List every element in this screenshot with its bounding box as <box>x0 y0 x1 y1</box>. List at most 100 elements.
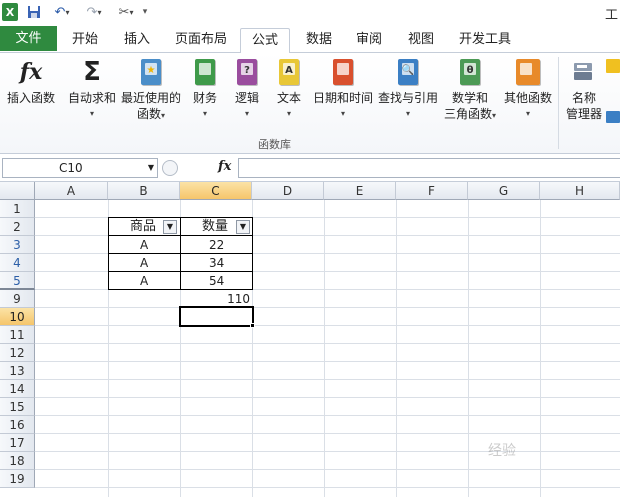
math-book-icon: θ <box>456 57 484 87</box>
table-cell-quantity[interactable]: 34 <box>209 254 224 272</box>
chevron-down-icon[interactable]: ▼ <box>148 163 154 172</box>
column-header-f[interactable]: F <box>396 182 468 200</box>
table-cell-product[interactable]: A <box>140 272 148 290</box>
lookup-reference-button[interactable]: 🔍 查找与引用 ▾ <box>376 57 440 122</box>
row-header-10[interactable]: 10 <box>0 308 35 326</box>
gridline <box>35 361 620 362</box>
tab-view[interactable]: 视图 <box>398 28 444 53</box>
book-icon <box>333 59 353 85</box>
lookup-reference-label: 查找与引用 <box>377 91 438 105</box>
define-name-icon[interactable] <box>606 59 620 73</box>
column-header-c[interactable]: C <box>180 182 252 200</box>
book-icon <box>516 59 540 85</box>
chevron-down-icon: ▾ <box>286 109 291 118</box>
row-header-18[interactable]: 18 <box>0 452 35 470</box>
customize-qat-icon[interactable]: ▾ <box>140 3 150 21</box>
function-library-group-label: 函数库 <box>258 138 291 151</box>
lookup-book-icon: 🔍 <box>394 57 422 87</box>
math-trig-label-2: 三角函数 <box>443 107 492 121</box>
column-header-e[interactable]: E <box>324 182 396 200</box>
row-header-13[interactable]: 13 <box>0 362 35 380</box>
filter-active-icon[interactable]: ▼ <box>163 220 177 234</box>
tab-data[interactable]: 数据 <box>296 28 342 53</box>
date-time-label: 日期和时间 <box>312 91 373 105</box>
worksheet-grid[interactable]: A B C D E F G H 1 2 3 4 5 9 10 11 12 13 … <box>0 182 620 497</box>
gridline <box>468 200 469 497</box>
row-header-4[interactable]: 4 <box>0 254 35 272</box>
name-box[interactable]: C10 ▼ <box>2 158 158 178</box>
save-icon[interactable] <box>26 3 42 21</box>
undo-icon[interactable]: ↶ ▾ <box>50 3 74 21</box>
tab-page-layout[interactable]: 页面布局 <box>168 28 234 53</box>
recent-functions-label-1: 最近使用的 <box>120 91 181 105</box>
financial-label: 财务 <box>192 91 217 105</box>
tab-insert[interactable]: 插入 <box>114 28 160 53</box>
datetime-book-icon <box>329 57 357 87</box>
recent-book-icon: ★ <box>137 57 165 87</box>
recent-functions-button[interactable]: ★ 最近使用的 函数▾ <box>120 57 182 124</box>
column-header-g[interactable]: G <box>468 182 540 200</box>
formula-input[interactable] <box>238 158 620 178</box>
create-from-selection-icon[interactable] <box>606 111 620 123</box>
tab-developer[interactable]: 开发工具 <box>452 28 518 53</box>
row-header-11[interactable]: 11 <box>0 326 35 344</box>
selected-cell-c10[interactable] <box>179 306 254 327</box>
table-cell-quantity[interactable]: 54 <box>209 272 224 290</box>
tab-formulas[interactable]: 公式 <box>240 28 290 54</box>
table-cell-product[interactable]: A <box>140 236 148 254</box>
row-header-16[interactable]: 16 <box>0 416 35 434</box>
math-trig-button[interactable]: θ 数学和 三角函数▾ <box>440 57 500 124</box>
row-header-2[interactable]: 2 <box>0 218 35 236</box>
tab-home[interactable]: 开始 <box>62 28 108 53</box>
row-header-5[interactable]: 5 <box>0 272 35 290</box>
column-header-a[interactable]: A <box>35 182 108 200</box>
row-header-12[interactable]: 12 <box>0 344 35 362</box>
filter-dropdown-icon[interactable]: ▼ <box>236 220 250 234</box>
row-header-9[interactable]: 9 <box>0 290 35 308</box>
row-header-19[interactable]: 19 <box>0 470 35 488</box>
chevron-down-icon: ▾ <box>161 111 166 120</box>
insert-function-button[interactable]: fx 插入函数 <box>4 57 58 106</box>
table-cell-product[interactable]: A <box>140 254 148 272</box>
gridline <box>35 487 620 488</box>
row-header-1[interactable]: 1 <box>0 200 35 218</box>
date-time-button[interactable]: 日期和时间 ▾ <box>311 57 375 122</box>
name-manager-button[interactable]: 名称 管理器 <box>562 57 606 122</box>
gridline <box>35 217 620 218</box>
row-header-17[interactable]: 17 <box>0 434 35 452</box>
more-functions-button[interactable]: 其他函数 ▾ <box>502 57 554 122</box>
row-header-14[interactable]: 14 <box>0 380 35 398</box>
name-manager-icon <box>570 57 598 87</box>
financial-button[interactable]: 财务 ▾ <box>188 57 222 122</box>
tools-icon[interactable]: ✂ ▾ <box>114 3 138 21</box>
ribbon-separator <box>558 57 559 149</box>
column-header-h[interactable]: H <box>540 182 620 200</box>
question-glyph: ? <box>244 65 250 76</box>
tab-review[interactable]: 审阅 <box>346 28 392 53</box>
column-header-d[interactable]: D <box>252 182 324 200</box>
name-manager-label-1: 名称 <box>571 91 596 105</box>
logical-button[interactable]: ? 逻辑 ▾ <box>230 57 264 122</box>
fill-handle[interactable] <box>250 323 255 328</box>
more-functions-books-icon <box>514 57 542 87</box>
autosum-button[interactable]: Σ 自动求和 ▾ <box>66 57 118 122</box>
book-icon: ★ <box>141 59 161 85</box>
tab-file[interactable]: 文件 <box>0 26 57 51</box>
column-header-b[interactable]: B <box>108 182 180 200</box>
name-box-value: C10 <box>59 161 83 175</box>
sigma-icon: Σ <box>83 57 101 87</box>
table-cell-quantity[interactable]: 22 <box>209 236 224 254</box>
text-button[interactable]: A 文本 ▾ <box>272 57 306 122</box>
expand-handle-icon[interactable] <box>162 160 178 176</box>
row-header-15[interactable]: 15 <box>0 398 35 416</box>
fx-icon[interactable]: fx <box>218 159 231 174</box>
redo-icon[interactable]: ↷ ▾ <box>82 3 106 21</box>
table-divider <box>108 271 253 272</box>
book-icon: A <box>279 59 299 85</box>
theta-glyph: θ <box>466 65 474 76</box>
chevron-down-icon: ▾ <box>244 109 249 118</box>
select-all-corner[interactable] <box>0 182 35 200</box>
chevron-down-icon: ▾ <box>340 109 345 118</box>
row-header-3[interactable]: 3 <box>0 236 35 254</box>
gridline <box>35 451 620 452</box>
